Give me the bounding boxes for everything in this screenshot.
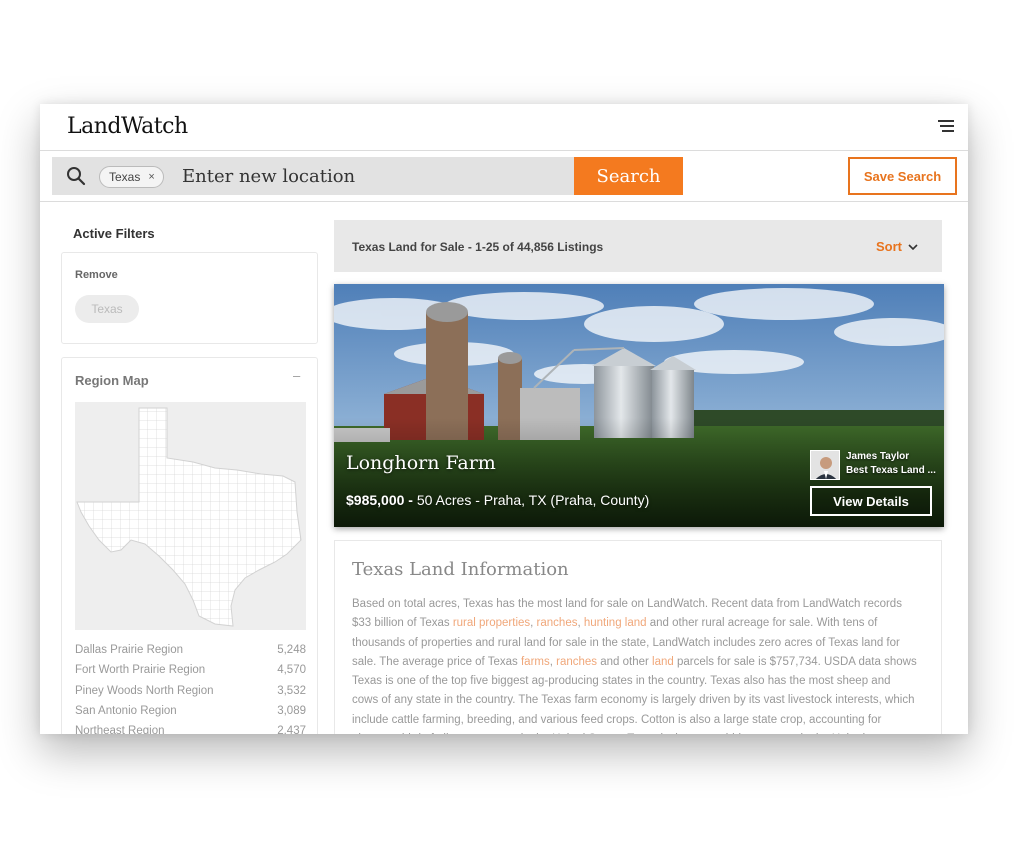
location-chip-label: Texas bbox=[109, 170, 141, 184]
region-count: 3,532 bbox=[277, 684, 306, 697]
region-count: 5,248 bbox=[277, 644, 306, 656]
region-name: Dallas Prairie Region bbox=[75, 644, 184, 656]
rural-properties-link[interactable]: rural properties bbox=[453, 617, 530, 629]
region-name: Northeast Region bbox=[75, 725, 165, 734]
ranches-link[interactable]: ranches bbox=[537, 617, 578, 629]
region-name: Piney Woods North Region bbox=[75, 684, 214, 697]
land-link[interactable]: land bbox=[652, 656, 674, 668]
ranches-link-2[interactable]: ranches bbox=[556, 656, 597, 668]
listing-meta: $985,000 - 50 Acres - Praha, TX (Praha, … bbox=[346, 492, 649, 508]
region-count: 4,570 bbox=[277, 664, 306, 677]
search-bar-row: Texas × Search Save Search bbox=[40, 150, 968, 202]
search-button[interactable]: Search bbox=[574, 157, 683, 195]
location-chip: Texas × bbox=[99, 166, 164, 188]
search-icon bbox=[67, 167, 86, 186]
land-info-text: Based on total acres, Texas has the most… bbox=[352, 595, 918, 734]
chevron-down-icon bbox=[908, 243, 918, 250]
results-main: Texas Land for Sale - 1-25 of 44,856 Lis… bbox=[334, 202, 946, 734]
results-header-bar: Texas Land for Sale - 1-25 of 44,856 Lis… bbox=[334, 220, 942, 272]
remove-label: Remove bbox=[75, 269, 118, 281]
landwatch-logo[interactable]: LandWatch bbox=[67, 114, 188, 139]
region-row[interactable]: San Antonio Region 3,089 bbox=[75, 705, 306, 725]
location-search-box: Texas × bbox=[52, 157, 574, 195]
filters-sidebar: Active Filters Remove Texas Region Map – bbox=[61, 202, 319, 734]
remove-chip-icon[interactable]: × bbox=[148, 171, 154, 183]
listing-details: 50 Acres - Praha, TX (Praha, County) bbox=[412, 492, 650, 508]
info-text-segment: and other bbox=[597, 655, 653, 668]
view-details-button[interactable]: View Details bbox=[810, 486, 932, 516]
listing-title[interactable]: Longhorn Farm bbox=[346, 452, 496, 474]
agent-name: James Taylor bbox=[846, 451, 910, 462]
listing-card[interactable]: Longhorn Farm $985,000 - 50 Acres - Prah… bbox=[334, 284, 944, 527]
sort-dropdown[interactable]: Sort bbox=[876, 239, 918, 254]
agent-company: Best Texas Land ... bbox=[846, 465, 936, 476]
farms-link[interactable]: farms bbox=[521, 656, 550, 668]
land-info-heading: Texas Land Information bbox=[352, 559, 569, 580]
location-input[interactable] bbox=[182, 163, 572, 189]
region-row[interactable]: Fort Worth Prairie Region 4,570 bbox=[75, 664, 306, 684]
active-filters-card: Remove Texas bbox=[61, 252, 318, 344]
save-search-button[interactable]: Save Search bbox=[848, 157, 957, 195]
region-name: San Antonio Region bbox=[75, 704, 177, 717]
hunting-land-link[interactable]: hunting land bbox=[584, 617, 647, 629]
region-row[interactable]: Dallas Prairie Region 5,248 bbox=[75, 644, 306, 664]
collapse-icon[interactable]: – bbox=[293, 368, 303, 383]
region-map-heading: Region Map bbox=[75, 373, 149, 388]
agent-info[interactable]: James Taylor Best Texas Land ... bbox=[810, 450, 936, 480]
texas-region-map[interactable] bbox=[75, 402, 306, 630]
region-row[interactable]: Northeast Region 2,437 bbox=[75, 725, 306, 734]
remove-filter-chip[interactable]: Texas bbox=[75, 295, 139, 323]
texas-map-shape[interactable] bbox=[75, 402, 306, 630]
region-row[interactable]: Piney Woods North Region 3,532 bbox=[75, 685, 306, 705]
region-map-card: Region Map – Dallas Prairie Region 5,248… bbox=[61, 357, 318, 734]
listing-price: $985,000 - bbox=[346, 492, 413, 508]
region-count: 3,089 bbox=[277, 704, 306, 717]
results-count-title: Texas Land for Sale - 1-25 of 44,856 Lis… bbox=[352, 240, 604, 254]
region-list: Dallas Prairie Region 5,248 Fort Worth P… bbox=[75, 644, 306, 734]
hamburger-menu-icon[interactable] bbox=[938, 120, 954, 132]
sort-label: Sort bbox=[876, 239, 902, 254]
active-filters-heading: Active Filters bbox=[73, 226, 155, 241]
browser-frame: LandWatch Texas × Search Save Search Act… bbox=[40, 104, 968, 734]
region-count: 2,437 bbox=[277, 725, 306, 734]
land-info-card: Texas Land Information Based on total ac… bbox=[334, 540, 942, 734]
agent-text: James Taylor Best Texas Land ... bbox=[846, 450, 936, 480]
agent-avatar bbox=[810, 450, 840, 480]
region-name: Fort Worth Prairie Region bbox=[75, 664, 206, 677]
site-header: LandWatch bbox=[40, 104, 968, 150]
